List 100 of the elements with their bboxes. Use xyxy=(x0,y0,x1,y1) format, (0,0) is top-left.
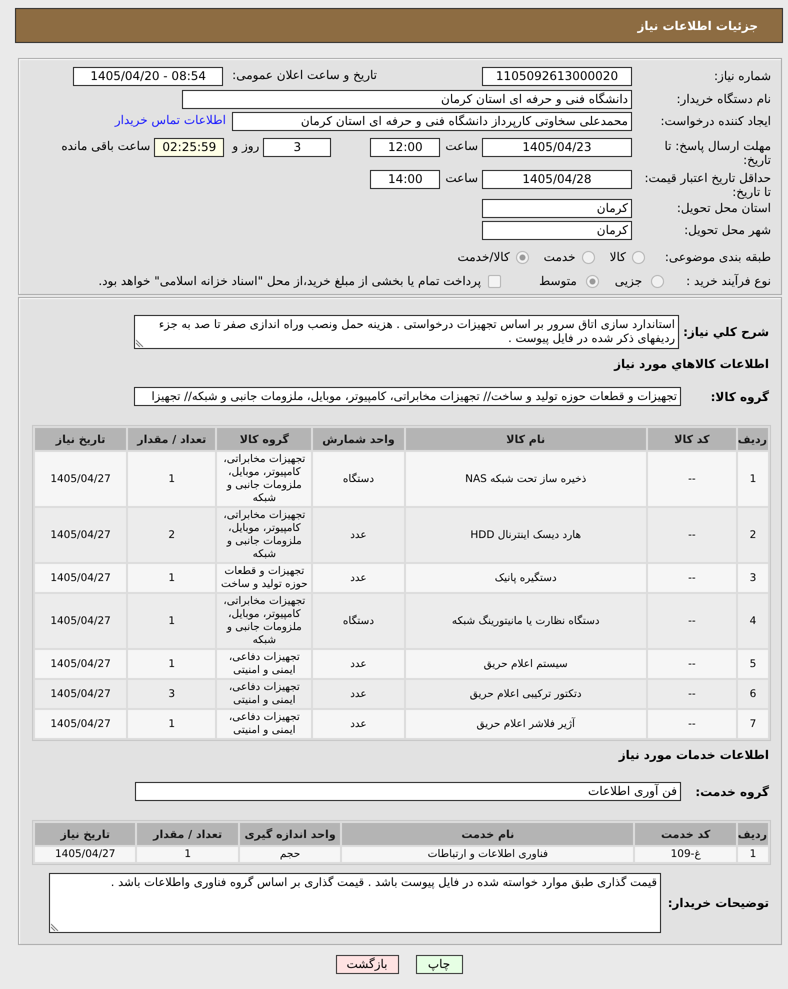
column-header: ردیف xyxy=(738,428,768,450)
buyer-notes-field[interactable]: قیمت گذاری طبق موارد خواسته شده در فایل پیوست باشد . قیمت گذاری بر اساس گروه فناوری واطلاعات باشد . xyxy=(49,873,661,933)
table-cell: عدد xyxy=(313,508,404,562)
service-group-field[interactable]: فن آوری اطلاعات xyxy=(135,782,681,801)
column-header: ردیف xyxy=(738,823,768,845)
field-label: شرح کلي نیاز: xyxy=(682,324,770,340)
radio-label: جزیی xyxy=(614,272,642,290)
column-header: واحد شمارش xyxy=(313,428,404,450)
description-field[interactable]: استاندارد سازی اتاق سرور بر اساس تجهیزات درخواستی . هزینه حمل ونصب وراه اندازی صفر تا صد به جزء ردیفهای ذکر شده در فایل پیوست . xyxy=(134,315,679,349)
days-field[interactable]: 3 xyxy=(263,138,332,157)
table-cell: -- xyxy=(648,564,736,592)
province-field[interactable]: کرمان xyxy=(482,199,632,218)
resize-grip-icon[interactable] xyxy=(136,339,144,347)
table-cell: 1 xyxy=(128,564,216,592)
table-cell: 1 xyxy=(738,452,768,506)
date-field[interactable]: 1405/04/23 xyxy=(482,138,632,157)
checkbox[interactable] xyxy=(488,274,502,288)
table-cell: تجهیزات مخابراتی، کامپیوتر، موبایل، ملزومات جانبی و شبکه xyxy=(217,508,312,562)
table-cell: 7 xyxy=(738,710,768,738)
table-cell: 4 xyxy=(738,594,768,648)
table-cell: عدد xyxy=(313,710,404,738)
table-cell: تجهیزات و قطعات حوزه تولید و ساخت xyxy=(217,564,312,592)
table-cell: 2 xyxy=(128,508,216,562)
announce-date-field[interactable]: 1405/04/20 - 08:54 xyxy=(73,67,224,86)
table-cell: 3 xyxy=(738,564,768,592)
city-field[interactable]: کرمان xyxy=(482,221,632,240)
requester-field[interactable]: محمدعلی سخاوتی کارپرداز دانشگاه فنی و حرفه ای استان کرمان xyxy=(232,112,632,131)
column-header: کد خدمت xyxy=(635,823,736,845)
field-label: نام دستگاه خریدار: xyxy=(676,91,771,107)
column-header: نام خدمت xyxy=(342,823,634,845)
radio-label: کالا xyxy=(610,249,626,266)
table-cell: 1 xyxy=(128,594,216,648)
table-cell: 1 xyxy=(128,710,216,738)
table-cell: 1 xyxy=(128,650,216,678)
column-header: تعداد / مقدار xyxy=(128,428,216,450)
time-field[interactable]: 14:00 xyxy=(370,170,440,189)
resize-grip-icon[interactable] xyxy=(51,923,59,931)
table-cell: تجهیزات دفاعی، ایمنی و امنیتی xyxy=(217,680,312,708)
field-label: شماره نیاز: xyxy=(713,68,771,84)
field-label: ساعت باقی مانده xyxy=(61,138,150,155)
table-cell: -- xyxy=(648,508,736,562)
table-cell: سیستم اعلام حریق xyxy=(406,650,646,678)
table-cell: 1405/04/27 xyxy=(35,508,126,562)
table-cell: هارد دیسک اینترنال HDD xyxy=(406,508,646,562)
field-label: ساعت xyxy=(445,170,478,187)
table-cell: دتکتور ترکیبی اعلام حریق xyxy=(406,680,646,708)
column-header: نام کالا xyxy=(406,428,646,450)
column-header: گروه کالا xyxy=(217,428,312,450)
table-cell: عدد xyxy=(313,680,404,708)
field-label: حداقل تاریخ اعتبار قیمت: تا تاریخ: xyxy=(643,170,771,199)
remaining-time-field[interactable]: 02:25:59 xyxy=(154,138,224,157)
radio-button[interactable] xyxy=(586,274,599,288)
section-heading: اطلاعات خدمات مورد نياز xyxy=(617,748,770,762)
field-label: شهر محل تحویل: xyxy=(683,222,771,238)
table-cell: -- xyxy=(648,650,736,678)
table-cell: 5 xyxy=(738,650,768,678)
table-cell: 1405/04/27 xyxy=(35,452,126,506)
field-label: استان محل تحویل: xyxy=(676,200,771,216)
table-cell: حجم xyxy=(240,847,340,862)
column-header: تعداد / مقدار xyxy=(137,823,238,845)
field-label: گروه کالا: xyxy=(710,388,770,404)
radio-button[interactable] xyxy=(582,251,595,264)
buyer-org-field[interactable]: دانشگاه فنی و حرفه ای استان کرمان xyxy=(182,90,632,109)
table-cell: آژیر فلاشر اعلام حریق xyxy=(406,710,646,738)
date-field[interactable]: 1405/04/28 xyxy=(482,170,632,189)
table-cell: دستگاه xyxy=(313,594,404,648)
table-cell: 1 xyxy=(738,847,768,862)
field-label: نوع فرآیند خرید : xyxy=(686,272,771,290)
field-label: طبقه بندی موضوعی: xyxy=(664,249,771,266)
print-button[interactable]: چاپ xyxy=(416,955,462,974)
table-cell: 1 xyxy=(137,847,238,862)
table-cell: 1 xyxy=(128,452,216,506)
radio-label: متوسط xyxy=(539,272,577,290)
table-cell: 6 xyxy=(738,680,768,708)
checkbox-label: پرداخت تمام یا بخشی از مبلغ خرید،از محل "اسناد خزانه اسلامی" خواهد بود. xyxy=(98,272,482,290)
radio-button[interactable] xyxy=(632,251,645,264)
table-cell: تجهیزات دفاعی، ایمنی و امنیتی xyxy=(217,650,312,678)
table-cell: -- xyxy=(648,594,736,648)
column-header: تاریخ نیاز xyxy=(35,428,126,450)
table-cell: فناوری اطلاعات و ارتباطات xyxy=(342,847,634,862)
table-cell: تجهیزات دفاعی، ایمنی و امنیتی xyxy=(217,710,312,738)
table-cell: 1405/04/27 xyxy=(35,594,126,648)
table-cell: 3 xyxy=(128,680,216,708)
table-cell: -- xyxy=(648,452,736,506)
table-cell: عدد xyxy=(313,564,404,592)
time-field[interactable]: 12:00 xyxy=(370,138,440,157)
field-label: روز و xyxy=(232,138,260,155)
radio-button[interactable] xyxy=(516,251,529,264)
back-button[interactable]: بازگشت xyxy=(336,955,398,974)
table-cell: تجهیزات مخابراتی، کامپیوتر، موبایل، ملزومات جانبی و شبکه xyxy=(217,594,312,648)
need-number-field[interactable]: 1105092613000020 xyxy=(482,67,632,86)
radio-button[interactable] xyxy=(651,274,664,288)
table-cell: دستگاه xyxy=(313,452,404,506)
table-cell: دستگاه نظارت یا مانیتورینگ شبکه xyxy=(406,594,646,648)
goods-group-field[interactable]: تجهیزات و قطعات حوزه تولید و ساخت// تجهیزات مخابراتی، کامپیوتر، موبایل، ملزومات جانبی و شبکه// تجهیزا xyxy=(134,387,681,406)
table-cell: -- xyxy=(648,680,736,708)
radio-label: کالا/خدمت xyxy=(457,249,510,266)
table-cell: تجهیزات مخابراتی، کامپیوتر، موبایل، ملزومات جانبی و شبکه xyxy=(217,452,312,506)
contact-link[interactable]: اطلاعات تماس خریدار xyxy=(114,112,226,129)
field-label: تاریخ و ساعت اعلان عمومی: xyxy=(232,67,377,84)
